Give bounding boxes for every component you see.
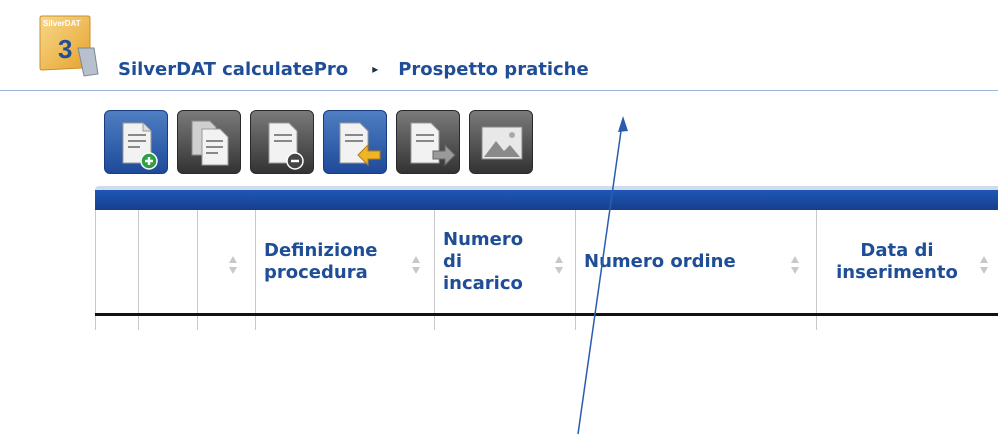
sort-icon[interactable] — [411, 254, 421, 276]
sort-icon[interactable] — [228, 254, 238, 276]
grid-cell — [435, 316, 576, 330]
sort-icon[interactable] — [790, 254, 800, 276]
export-document-icon — [410, 122, 456, 167]
grid-cell — [198, 316, 256, 330]
column-header-actions[interactable] — [198, 210, 256, 313]
sort-icon[interactable] — [554, 254, 564, 276]
grid-title-bar — [95, 186, 998, 210]
grid-cell — [817, 316, 998, 330]
column-header-numero-di-incarico[interactable]: Numero di incarico — [435, 210, 576, 313]
breadcrumb-current-page: Prospetto pratiche — [398, 58, 589, 80]
column-header-data-di-inserimento[interactable]: Data di inserimento — [817, 210, 998, 313]
copy-document-button[interactable] — [177, 110, 241, 174]
silverdat-logo: SilverDAT 3 — [38, 14, 100, 78]
grid-header-row: Definizione procedura Numero di incarico… — [95, 210, 998, 316]
column-header-status[interactable] — [139, 210, 198, 313]
column-header-numero-ordine[interactable]: Numero ordine — [576, 210, 817, 313]
new-document-icon — [122, 122, 158, 170]
grid-body — [95, 316, 998, 330]
grid-cell — [95, 316, 139, 330]
remove-document-button[interactable] — [250, 110, 314, 174]
import-document-button[interactable] — [323, 110, 387, 174]
svg-text:SilverDAT: SilverDAT — [43, 19, 81, 28]
toolbar — [104, 110, 542, 174]
breadcrumb-app-link[interactable]: SilverDAT calculatePro — [118, 59, 348, 80]
import-document-icon — [339, 122, 381, 167]
column-header-label: Numero ordine — [584, 250, 736, 272]
breadcrumb: SilverDAT calculatePro ▸ Prospetto prati… — [118, 56, 589, 82]
sort-icon[interactable] — [979, 254, 989, 276]
image-icon — [481, 126, 523, 160]
column-header-select[interactable] — [95, 210, 139, 313]
remove-document-icon — [268, 122, 304, 170]
image-button[interactable] — [469, 110, 533, 174]
column-header-label: Definizione procedura — [264, 239, 378, 283]
column-header-label: Numero di incarico — [443, 228, 524, 294]
app-header: SilverDAT 3 SilverDAT calculatePro ▸ Pro… — [0, 0, 998, 91]
breadcrumb-separator-icon: ▸ — [372, 62, 379, 76]
new-document-button[interactable] — [104, 110, 168, 174]
column-header-label: Data di inserimento — [836, 239, 958, 283]
grid-cell — [576, 316, 817, 330]
column-header-definizione-procedura[interactable]: Definizione procedura — [256, 210, 435, 313]
practices-grid: Definizione procedura Numero di incarico… — [95, 186, 998, 346]
copy-document-icon — [191, 120, 229, 166]
export-document-button[interactable] — [396, 110, 460, 174]
svg-text:3: 3 — [58, 34, 72, 64]
grid-cell — [256, 316, 435, 330]
grid-cell — [139, 316, 198, 330]
